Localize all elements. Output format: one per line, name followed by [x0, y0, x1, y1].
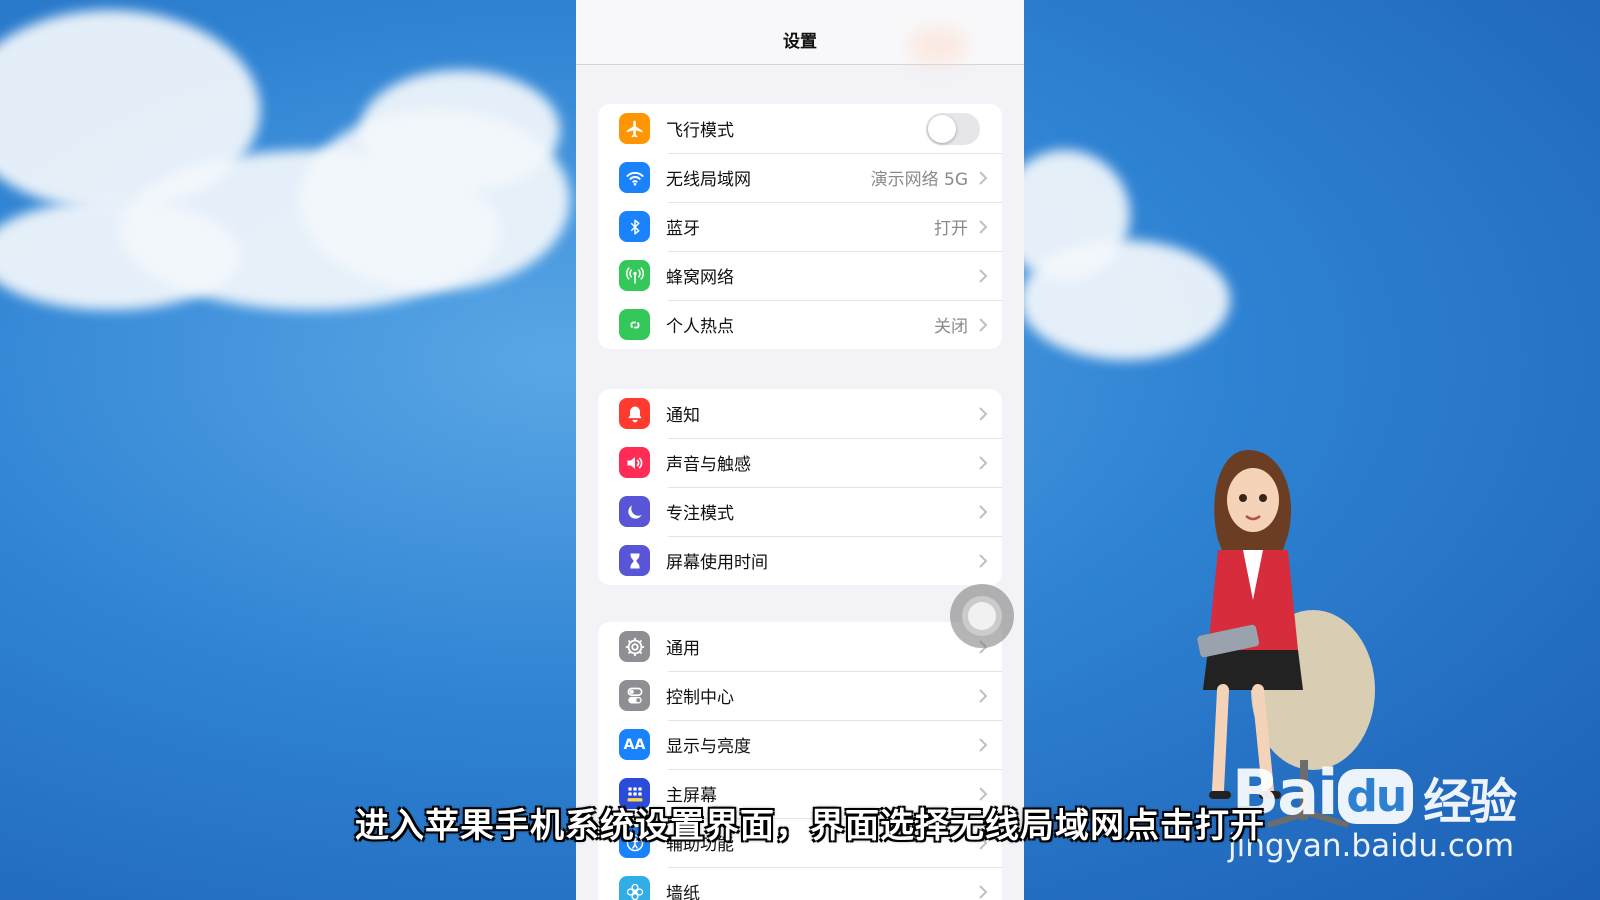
wifi-network-value: 演示网络 5G: [870, 170, 968, 190]
row-label: 专注模式: [666, 504, 734, 524]
row-sounds[interactable]: 声音与触感: [598, 438, 1002, 487]
row-screen-time[interactable]: 屏幕使用时间: [598, 536, 1002, 585]
chevron-right-icon: [978, 455, 1002, 471]
antenna-icon: [619, 260, 650, 291]
chevron-right-icon: [978, 406, 1002, 422]
row-label: 蓝牙: [666, 219, 700, 239]
row-bluetooth[interactable]: 蓝牙 打开: [598, 202, 1002, 251]
navigation-bar: 设置: [576, 0, 1024, 66]
assistive-touch-button[interactable]: [950, 584, 1014, 648]
chevron-right-icon: [978, 688, 1002, 704]
row-hotspot[interactable]: 个人热点 关闭: [598, 300, 1002, 349]
moon-icon: [619, 496, 650, 527]
row-cellular[interactable]: 蜂窝网络: [598, 251, 1002, 300]
row-label: 飞行模式: [666, 121, 734, 141]
row-label: 声音与触感: [666, 455, 751, 475]
chevron-right-icon: [978, 268, 1002, 284]
watermark-url: jingyan.baidu.com: [1228, 828, 1515, 864]
row-label: 无线局域网: [666, 170, 751, 190]
row-label: 屏幕使用时间: [666, 553, 768, 573]
page-title: 设置: [783, 31, 817, 52]
settings-screen: 设置 飞行模式 无线局域网 演示网络 5G 蓝牙 打开 蜂窝网络 个人热点 关闭…: [576, 0, 1024, 900]
chevron-right-icon: [978, 884, 1002, 900]
row-label: 墙纸: [666, 884, 700, 900]
wifi-icon: [619, 162, 650, 193]
chevron-right-icon: [978, 737, 1002, 753]
chevron-right-icon: [978, 317, 1002, 333]
chevron-right-icon: [978, 170, 1002, 186]
row-display-brightness[interactable]: AA 显示与亮度: [598, 720, 1002, 769]
row-notifications[interactable]: 通知: [598, 389, 1002, 438]
text-size-glyph: AA: [623, 736, 646, 753]
hotspot-value: 关闭: [934, 317, 968, 337]
row-label: 通知: [666, 406, 700, 426]
switches-icon: [619, 680, 650, 711]
baidu-logo-jingyan: 经验: [1423, 773, 1517, 830]
hotspot-icon: [619, 309, 650, 340]
speaker-icon: [619, 447, 650, 478]
row-label: 显示与亮度: [666, 737, 751, 757]
bell-icon: [619, 398, 650, 429]
gear-icon: [619, 631, 650, 662]
row-focus[interactable]: 专注模式: [598, 487, 1002, 536]
row-control-center[interactable]: 控制中心: [598, 671, 1002, 720]
text-size-icon: AA: [619, 729, 650, 760]
chevron-right-icon: [978, 504, 1002, 520]
row-label: 通用: [666, 639, 700, 659]
settings-group-connectivity: 飞行模式 无线局域网 演示网络 5G 蓝牙 打开 蜂窝网络 个人热点 关闭: [598, 104, 1002, 349]
row-label: 个人热点: [666, 317, 734, 337]
bluetooth-value: 打开: [934, 219, 968, 239]
row-label: 蜂窝网络: [666, 268, 734, 288]
baidu-logo-du: du: [1338, 769, 1414, 825]
row-general[interactable]: 通用: [598, 622, 1002, 671]
airplane-mode-toggle[interactable]: [926, 112, 980, 145]
settings-group-notifications: 通知 声音与触感 专注模式 屏幕使用时间: [598, 389, 1002, 585]
row-airplane-mode[interactable]: 飞行模式: [598, 104, 1002, 153]
airplane-icon: [619, 113, 650, 144]
row-wifi[interactable]: 无线局域网 演示网络 5G: [598, 153, 1002, 202]
chevron-right-icon: [978, 219, 1002, 235]
video-subtitle: 进入苹果手机系统设置界面，界面选择无线局域网点击打开: [355, 806, 1265, 846]
bluetooth-icon: [619, 211, 650, 242]
row-wallpaper[interactable]: 墙纸: [598, 867, 1002, 900]
flower-icon: [619, 876, 650, 900]
baidu-logo: Bai du 经验: [1232, 756, 1517, 832]
chevron-right-icon: [978, 553, 1002, 569]
settings-group-general: 通用 控制中心 AA 显示与亮度 主屏幕 辅助功能 墙纸: [598, 622, 1002, 900]
row-label: 控制中心: [666, 688, 734, 708]
hourglass-icon: [619, 545, 650, 576]
